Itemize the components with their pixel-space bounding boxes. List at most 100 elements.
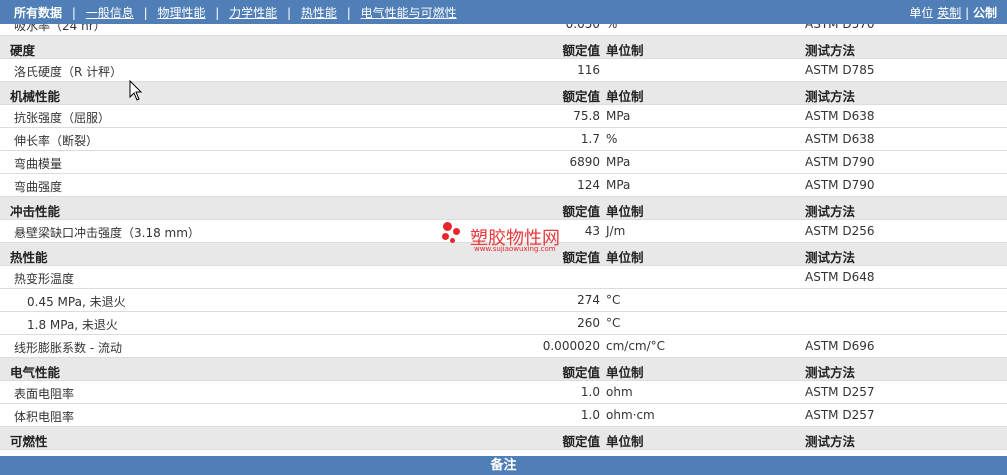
section-header-row: 机械性能 额定值 单位制 测试方法 xyxy=(0,82,1007,105)
test-method: ASTM D638 xyxy=(805,132,875,146)
nav-separator: | xyxy=(287,6,292,20)
property-name: 悬壁梁缺口冲击强度（3.18 mm） xyxy=(14,226,200,240)
test-method: ASTM D648 xyxy=(805,270,875,284)
property-unit-header: 单位制 xyxy=(606,204,644,219)
property-name: 体积电阻率 xyxy=(14,410,75,424)
property-unit: MPa xyxy=(606,155,631,169)
test-method-header: 测试方法 xyxy=(805,204,856,219)
watermark-url: www.sujiaowuxing.com xyxy=(474,245,556,253)
test-method: ASTM D790 xyxy=(805,178,875,192)
nav-link-electrical[interactable]: 电气性能与可燃性 xyxy=(361,4,457,21)
property-name: 抗张强度（屈服） xyxy=(14,111,111,125)
property-name: 洛氏硬度（R 计秤） xyxy=(14,65,123,79)
property-row: 弯曲强度 124 MPa ASTM D790 xyxy=(0,174,1007,197)
property-row: 抗张强度（屈服） 75.8 MPa ASTM D638 xyxy=(0,105,1007,128)
property-value: 274 xyxy=(577,293,600,307)
property-value-header: 额定值 xyxy=(562,89,600,104)
property-row: 表面电阻率 1.0 ohm ASTM D257 xyxy=(0,381,1007,404)
property-name: 弯曲强度 xyxy=(14,180,63,194)
notes-label: 备注 xyxy=(490,458,517,473)
property-unit: cm/cm/°C xyxy=(606,339,666,353)
mouse-cursor-icon xyxy=(129,80,143,101)
property-unit: ohm·cm xyxy=(606,408,655,422)
section-header-row: 硬度 额定值 单位制 测试方法 xyxy=(0,36,1007,59)
watermark-dots-icon xyxy=(440,220,470,246)
property-row: 1.8 MPa, 未退火 260 °C xyxy=(0,312,1007,335)
property-value: 116 xyxy=(577,63,600,77)
property-value-header: 额定值 xyxy=(562,204,600,219)
nav-all-data[interactable]: 所有数据 xyxy=(14,4,62,21)
property-unit-header: 单位制 xyxy=(606,89,644,104)
property-row: 伸长率（断裂） 1.7% ASTM D638 xyxy=(0,128,1007,151)
property-row: 热变形温度 ASTM D648 xyxy=(0,266,1007,289)
property-unit-header: 单位制 xyxy=(606,365,644,380)
property-row: 0.45 MPa, 未退火 274 °C xyxy=(0,289,1007,312)
nav-separator: | xyxy=(143,6,148,20)
property-value: 1.7 xyxy=(580,132,600,146)
top-nav-bar: 所有数据 | 一般信息 | 物理性能 | 力学性能 | 热性能 | 电气性能与可… xyxy=(0,0,1007,24)
property-value: 124 xyxy=(577,178,600,192)
property-unit: J/m xyxy=(606,224,626,238)
property-name: 1.8 MPa, 未退火 xyxy=(27,318,118,332)
property-unit: MPa xyxy=(606,109,631,123)
property-name-header: 热性能 xyxy=(10,250,48,265)
test-method-header: 测试方法 xyxy=(805,250,856,265)
nav-link-physical[interactable]: 物理性能 xyxy=(157,4,205,21)
section-header-row: 冲击性能 额定值 单位制 测试方法 xyxy=(0,197,1007,220)
test-method: ASTM D696 xyxy=(805,339,875,353)
test-method: ASTM D256 xyxy=(805,224,875,238)
property-value-header: 额定值 xyxy=(562,250,600,265)
property-value: 0.000020 xyxy=(542,339,600,353)
property-row: 体积电阻率 1.0 ohm·cm ASTM D257 xyxy=(0,404,1007,427)
nav-link-general[interactable]: 一般信息 xyxy=(86,4,134,21)
property-unit-header: 单位制 xyxy=(606,250,644,265)
property-unit-header: 单位制 xyxy=(606,434,644,449)
nav-separator: | xyxy=(346,6,351,20)
property-row: 洛氏硬度（R 计秤） 116 ASTM D785 xyxy=(0,59,1007,82)
property-value: 1.0 xyxy=(580,408,600,422)
unit-label: 单位 xyxy=(909,6,934,20)
property-value: 43 xyxy=(584,224,600,238)
section-header-row: 可燃性 额定值 单位制 测试方法 xyxy=(0,427,1007,450)
test-method-header: 测试方法 xyxy=(805,434,856,449)
property-value: 6890 xyxy=(569,155,600,169)
nav-link-thermal[interactable]: 热性能 xyxy=(301,4,337,21)
property-name: 伸长率（断裂） xyxy=(14,134,99,148)
test-method: ASTM D790 xyxy=(805,155,875,169)
unit-english-link[interactable]: 英制 xyxy=(937,6,961,20)
test-method: ASTM D638 xyxy=(805,109,875,123)
property-value-header: 额定值 xyxy=(562,43,600,58)
property-name-header: 电气性能 xyxy=(10,365,61,380)
property-name: 弯曲模量 xyxy=(14,157,63,171)
test-method-header: 测试方法 xyxy=(805,365,856,380)
property-name: 0.45 MPa, 未退火 xyxy=(27,295,126,309)
property-unit: °C xyxy=(606,316,621,330)
section-header-row: 电气性能 额定值 单位制 测试方法 xyxy=(0,358,1007,381)
nav-separator: | xyxy=(71,6,76,20)
test-method-header: 测试方法 xyxy=(805,43,856,58)
test-method: ASTM D785 xyxy=(805,63,875,77)
property-value: 260 xyxy=(577,316,600,330)
property-value: 1.0 xyxy=(580,385,600,399)
property-value-header: 额定值 xyxy=(562,434,600,449)
unit-metric-current: 公制 xyxy=(972,6,997,20)
property-name: 热变形温度 xyxy=(14,272,75,286)
property-name-header: 冲击性能 xyxy=(10,204,61,219)
property-value-header: 额定值 xyxy=(562,365,600,380)
property-unit-header: 单位制 xyxy=(606,43,644,58)
property-unit: °C xyxy=(606,293,621,307)
notes-bar: 备注 xyxy=(0,456,1007,475)
property-name-header: 机械性能 xyxy=(10,89,61,104)
property-unit: MPa xyxy=(606,178,631,192)
nav-link-mechanical[interactable]: 力学性能 xyxy=(229,4,277,21)
property-unit: ohm xyxy=(606,385,633,399)
property-value: 75.8 xyxy=(573,109,600,123)
section-nav: 所有数据 | 一般信息 | 物理性能 | 力学性能 | 热性能 | 电气性能与可… xyxy=(14,4,457,21)
property-name: 表面电阻率 xyxy=(14,387,75,401)
test-method: ASTM D257 xyxy=(805,385,875,399)
property-name-header: 可燃性 xyxy=(10,434,48,449)
test-method: ASTM D257 xyxy=(805,408,875,422)
unit-separator: | xyxy=(965,6,970,20)
property-name-header: 硬度 xyxy=(10,43,36,58)
property-row: 线形膨胀系数 - 流动 0.000020 cm/cm/°C ASTM D696 xyxy=(0,335,1007,358)
